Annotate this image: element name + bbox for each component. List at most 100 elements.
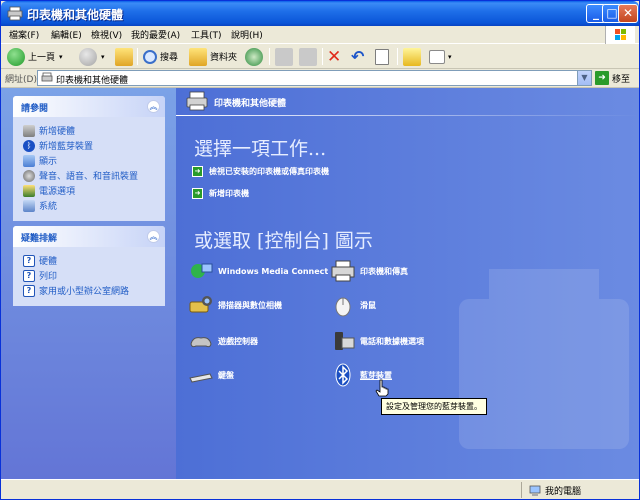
printer-icon [7,6,23,21]
back-label: 上一頁 [28,53,56,63]
history-icon [245,47,263,66]
see-also-label: 電源選項 [39,187,76,197]
see-also-label: 顯示 [39,157,58,167]
game-controller-icon [190,337,212,348]
troubleshooter-label: 硬體 [39,257,58,267]
delete-button[interactable]: ✕ [327,47,341,66]
explorer-window: 印表機和其他硬體 _ □ ✕ 檔案(F) 編輯(E) 檢視(V) 我的最愛(A)… [0,0,640,500]
address-dropdown-icon[interactable]: ▼ [577,71,591,85]
views-dropdown-icon[interactable]: ▾ [448,53,452,61]
delete-icon: ✕ [327,46,342,67]
search-label: 搜尋 [160,53,179,63]
views-icon [429,49,445,64]
troubleshooters-header[interactable]: 疑難排解 ︽ [13,226,165,247]
search-button[interactable]: 搜尋 [143,47,178,66]
menu-view[interactable]: 檢視(V) [91,28,122,41]
status-label: 我的電腦 [545,487,582,497]
folders-button[interactable]: 資料夾 [189,47,237,66]
cp-keyboard[interactable]: 鍵盤 [188,362,234,388]
see-also-add-hardware[interactable]: 新增硬體 [23,123,157,138]
cp-mouse[interactable]: 滑鼠 [330,292,376,318]
bluetooth-icon [335,363,351,387]
see-also-sound[interactable]: 聲音、語音、和音訊裝置 [23,168,157,183]
cp-scanners-cameras[interactable]: 掃描器與數位相機 [188,292,282,318]
address-value: 印表機和其他硬體 [56,76,129,86]
cp-label: 鍵盤 [218,370,234,380]
menu-file[interactable]: 檔案(F) [9,28,39,41]
toolbar-separator [397,48,398,65]
see-also-power[interactable]: 電源選項 [23,183,157,198]
cp-label: 掃描器與數位相機 [218,300,282,310]
toolbar: 上一頁 ▾ ▾ 搜尋 資料夾 ✕ ↶ ▾ [1,44,639,69]
cp-label: 遊戲控制器 [218,336,258,346]
collapse-chevron-icon[interactable]: ︽ [147,100,160,113]
menu-favorites[interactable]: 我的最愛(A) [131,28,180,41]
cp-printers-faxes[interactable]: 印表機和傳真 [330,258,408,284]
back-arrow-icon [7,47,25,66]
menu-edit[interactable]: 編輯(E) [51,28,82,41]
hand-cursor-icon [375,379,389,397]
history-button[interactable] [245,47,263,66]
printer-fax-icon [331,260,355,282]
forward-button[interactable]: ▾ [79,47,105,66]
troubleshooters-panel: 疑難排解 ︽ ? 硬體 ? 列印 ? 家用或小型辦公室網路 [13,226,165,306]
see-also-system[interactable]: 系統 [23,198,157,213]
troubleshooters-list: ? 硬體 ? 列印 ? 家用或小型辦公室網路 [13,247,165,306]
go-arrow-icon: ➜ [595,71,609,85]
back-dropdown-icon[interactable]: ▾ [59,53,63,61]
copy-to-icon [299,47,317,66]
go-button[interactable]: ➜ 移至 [595,71,630,85]
printer-icon [41,72,53,82]
address-label: 網址(D) [5,75,37,85]
help-icon: ? [23,284,35,297]
pick-task-heading: 選擇一項工作... [194,138,327,160]
properties-button[interactable] [375,47,389,66]
up-folder-button[interactable] [115,47,133,66]
window-title: 印表機和其他硬體 [27,8,124,22]
forward-dropdown-icon[interactable]: ▾ [101,53,105,61]
windows-logo-icon [605,26,635,44]
header-divider [176,115,639,116]
views-button[interactable]: ▾ [429,47,452,66]
undo-icon: ↶ [351,46,365,66]
cp-windows-media-connect[interactable]: Windows Media Connect [188,258,328,284]
see-also-display[interactable]: 顯示 [23,153,157,168]
favorites-button[interactable] [403,47,421,66]
title-bar[interactable]: 印表機和其他硬體 _ □ ✕ [1,1,639,26]
see-also-list: 新增硬體 ᛒ 新增藍芽裝置 顯示 聲音、語音、和音訊裝置 電源選項 系統 [13,117,165,221]
back-button[interactable]: 上一頁 ▾ [7,47,63,66]
favorites-icon [403,47,421,66]
move-to-button[interactable] [275,47,293,66]
address-input[interactable]: 印表機和其他硬體 ▼ [37,70,592,86]
toolbar-separator [322,48,323,65]
menu-tools[interactable]: 工具(T) [191,28,222,41]
cp-game-controllers[interactable]: 遊戲控制器 [188,328,258,354]
watermark-printer-icon [459,269,629,449]
category-view: 印表機和其他硬體 選擇一項工作... ➜ 檢視已安裝的印表機或傳真印表機 ➜ 新… [176,88,639,479]
troubleshoot-hardware[interactable]: ? 硬體 [23,253,157,268]
task-add-printer[interactable]: ➜ 新增印表機 [192,188,249,199]
undo-button[interactable]: ↶ [351,47,364,66]
cp-phone-modem[interactable]: 電話和數據機選項 [330,328,424,354]
troubleshoot-network[interactable]: ? 家用或小型辦公室網路 [23,283,157,298]
category-title: 印表機和其他硬體 [214,99,287,109]
system-icon [23,199,35,212]
menu-help[interactable]: 說明(H) [231,28,263,41]
see-also-header[interactable]: 請參閱 ︽ [13,96,165,117]
menu-bar: 檔案(F) 編輯(E) 檢視(V) 我的最愛(A) 工具(T) 說明(H) [1,26,639,44]
see-also-add-bluetooth[interactable]: ᛒ 新增藍芽裝置 [23,138,157,153]
help-icon: ? [23,254,35,267]
search-icon [143,49,157,64]
troubleshoot-printing[interactable]: ? 列印 [23,268,157,283]
task-view-printers[interactable]: ➜ 檢視已安裝的印表機或傳真印表機 [192,166,329,177]
bluetooth-tooltip: 設定及管理您的藍芽裝置。 [381,398,487,415]
troubleshooter-label: 家用或小型辦公室網路 [39,287,130,297]
task-label: 檢視已安裝的印表機或傳真印表機 [209,167,329,176]
troubleshooters-title: 疑難排解 [21,234,58,244]
collapse-chevron-icon[interactable]: ︽ [147,230,160,243]
pick-icon-heading: 或選取 [控制台] 圖示 [194,230,373,252]
see-also-label: 系統 [39,202,58,212]
close-button[interactable]: ✕ [618,4,638,23]
display-icon [23,154,35,167]
copy-to-button[interactable] [299,47,317,66]
